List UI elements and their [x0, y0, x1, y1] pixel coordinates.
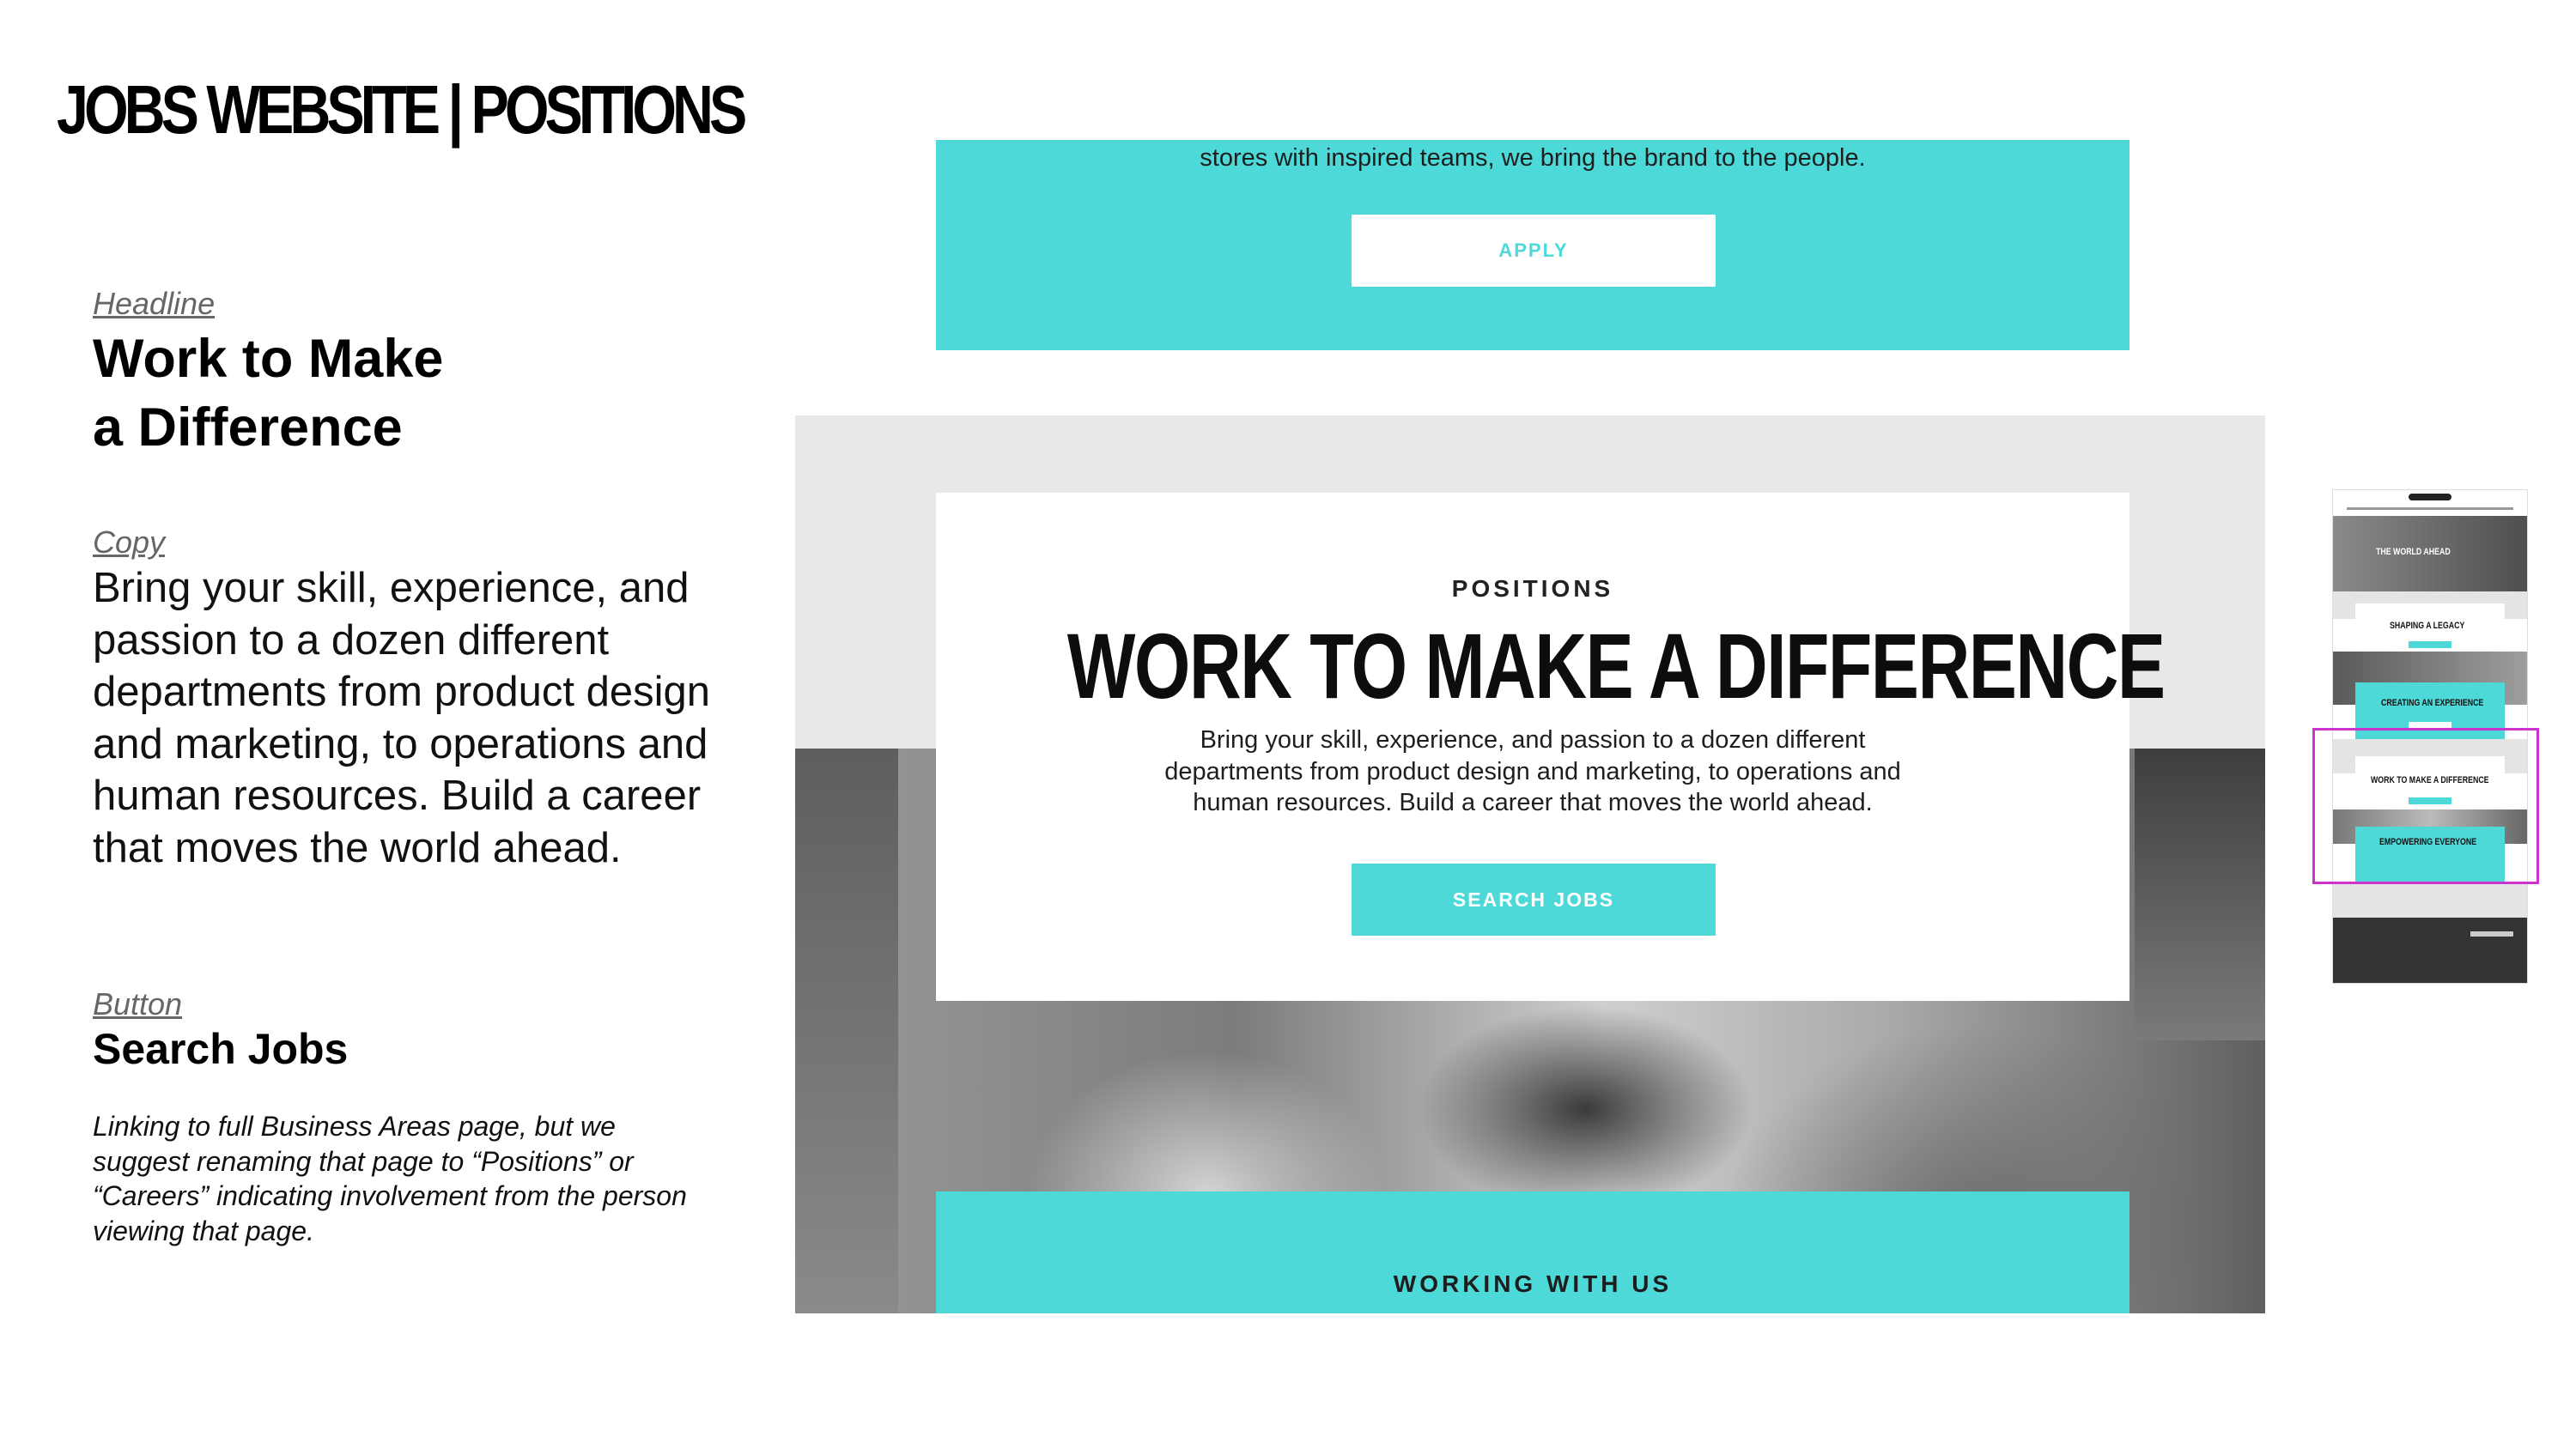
headline-label: Headline: [93, 286, 216, 321]
thumb-logo: [2409, 494, 2451, 500]
top-band-text: stores with inspired teams, we bring the…: [1200, 144, 1866, 172]
working-with-us-band: WORKING WITH US: [936, 1191, 2129, 1313]
copy-label: Copy: [93, 524, 166, 560]
slide-title: JOBS WEBSITE | POSITIONS: [57, 71, 747, 148]
mockup-top-band: stores with inspired teams, we bring the…: [936, 140, 2129, 350]
thumb-header: [2333, 490, 2527, 516]
copy-text: Bring your skill, experience, and passio…: [93, 565, 711, 871]
apply-button[interactable]: APPLY: [1352, 215, 1716, 287]
headline-line-1: Work to Make: [93, 329, 444, 389]
photo-shelf-left: [795, 749, 898, 1313]
photo-shelf-right: [2135, 749, 2265, 1040]
thumb-social-icons: [2470, 931, 2513, 937]
positions-section: POSITIONS WORK TO MAKE A DIFFERENCE Brin…: [795, 415, 2265, 1313]
thumbnail-highlight: [2312, 728, 2539, 884]
thumb-section-1: SHAPING A LEGACY: [2390, 621, 2465, 631]
search-jobs-button[interactable]: SEARCH JOBS: [1352, 864, 1716, 936]
positions-card: POSITIONS WORK TO MAKE A DIFFERENCE Brin…: [936, 493, 2166, 1001]
working-with-us-heading: WORKING WITH US: [1393, 1270, 1673, 1297]
headline-line-2: a Difference: [93, 397, 403, 458]
card-title: WORK TO MAKE A DIFFERENCE: [1066, 614, 2166, 718]
button-value: Search Jobs: [93, 1025, 349, 1073]
thumb-section-2: CREATING AN EXPERIENCE: [2381, 698, 2484, 708]
annotation-note: Linking to full Business Areas page, but…: [93, 1111, 687, 1246]
thumb-card-1: SHAPING A LEGACY: [2355, 603, 2505, 652]
button-label: Button: [93, 986, 183, 1022]
thumb-nav: [2347, 507, 2513, 510]
thumb-gap-3: [2333, 883, 2527, 918]
card-body: Bring your skill, experience, and passio…: [1164, 726, 1901, 816]
thumb-footer: [2333, 918, 2527, 983]
thumb-hero: THE WORLD AHEAD: [2333, 516, 2527, 591]
card-eyebrow: POSITIONS: [1451, 575, 1614, 602]
thumb-hero-text: THE WORLD AHEAD: [2376, 547, 2451, 557]
thumb-button-1: [2409, 641, 2451, 648]
